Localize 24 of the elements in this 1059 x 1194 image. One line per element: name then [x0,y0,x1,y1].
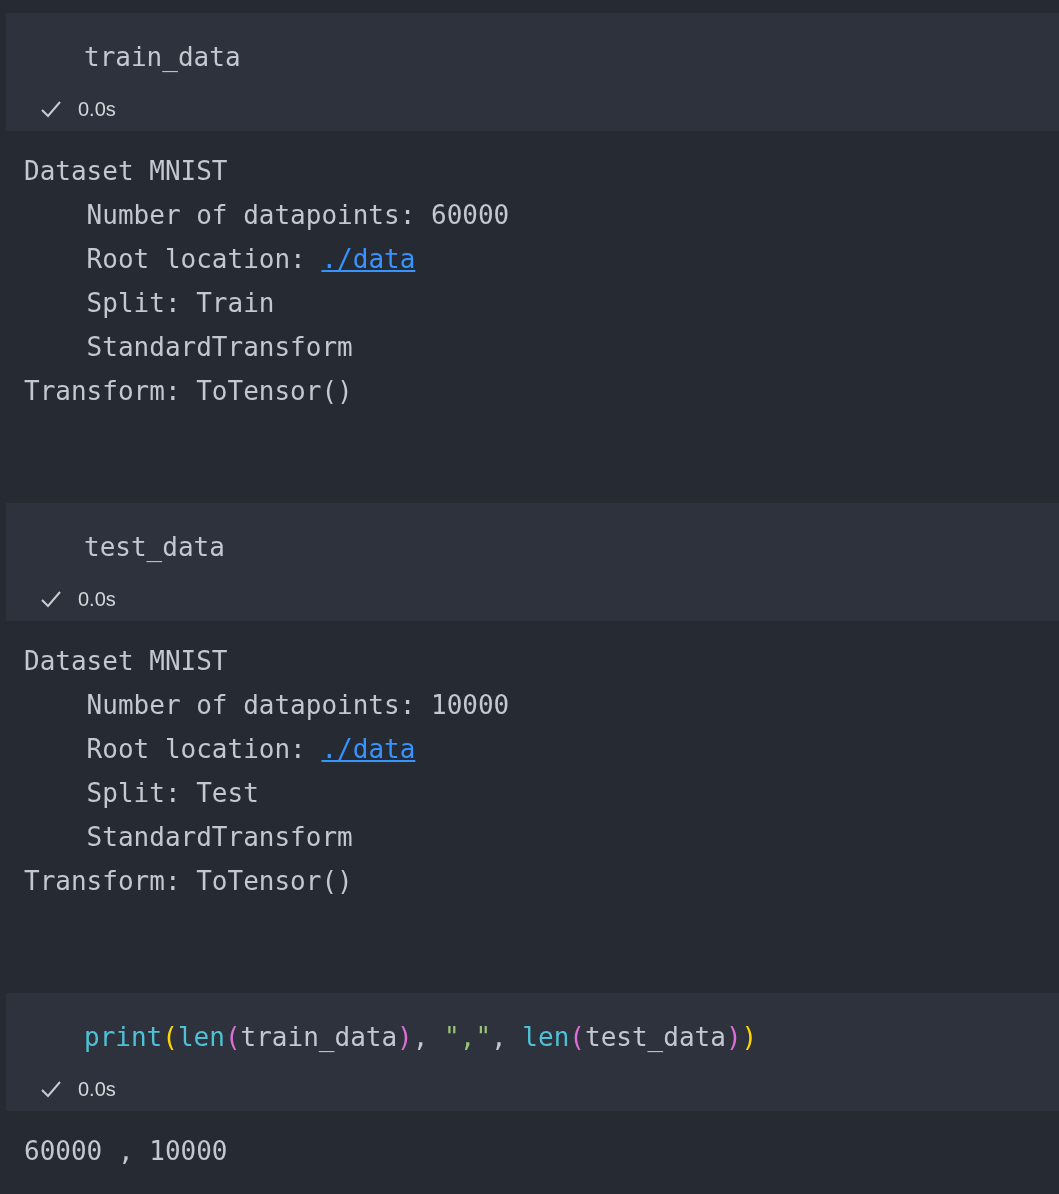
execution-time: 0.0s [78,1077,116,1102]
code-cell[interactable]: test_data 0.0s [6,503,1059,621]
output-text: Transform: ToTensor() [24,865,353,898]
output-text: Dataset MNIST [24,645,228,678]
output-text: Split: Train [85,287,275,320]
output-text: Number of datapoints: 60000 [85,199,510,232]
output-text: Transform: ToTensor() [24,375,353,408]
path-link[interactable]: ./data [321,727,416,771]
output-text: Split: Test [85,777,259,810]
execution-time: 0.0s [78,97,116,122]
code-line: train_data [83,41,241,74]
output-text: StandardTransform [85,331,353,364]
output-text: 60000 , 10000 [24,1135,228,1168]
output-text: Root location: [85,243,307,276]
output-text: Dataset MNIST [24,155,228,188]
path-link[interactable]: ./data [321,237,416,281]
code-line: print(len(train_data), ",", len(test_data)) [83,1021,758,1054]
code-cell[interactable]: train_data 0.0s [6,13,1059,131]
code-line: test_data [83,531,225,564]
output-text: StandardTransform [85,821,353,854]
code-cell[interactable]: print(len(train_data), ",", len(test_data)) 0.0s [6,993,1059,1111]
execution-time: 0.0s [78,587,116,612]
output-text: Root location: [85,733,307,766]
output-text: Number of datapoints: 10000 [85,689,510,722]
